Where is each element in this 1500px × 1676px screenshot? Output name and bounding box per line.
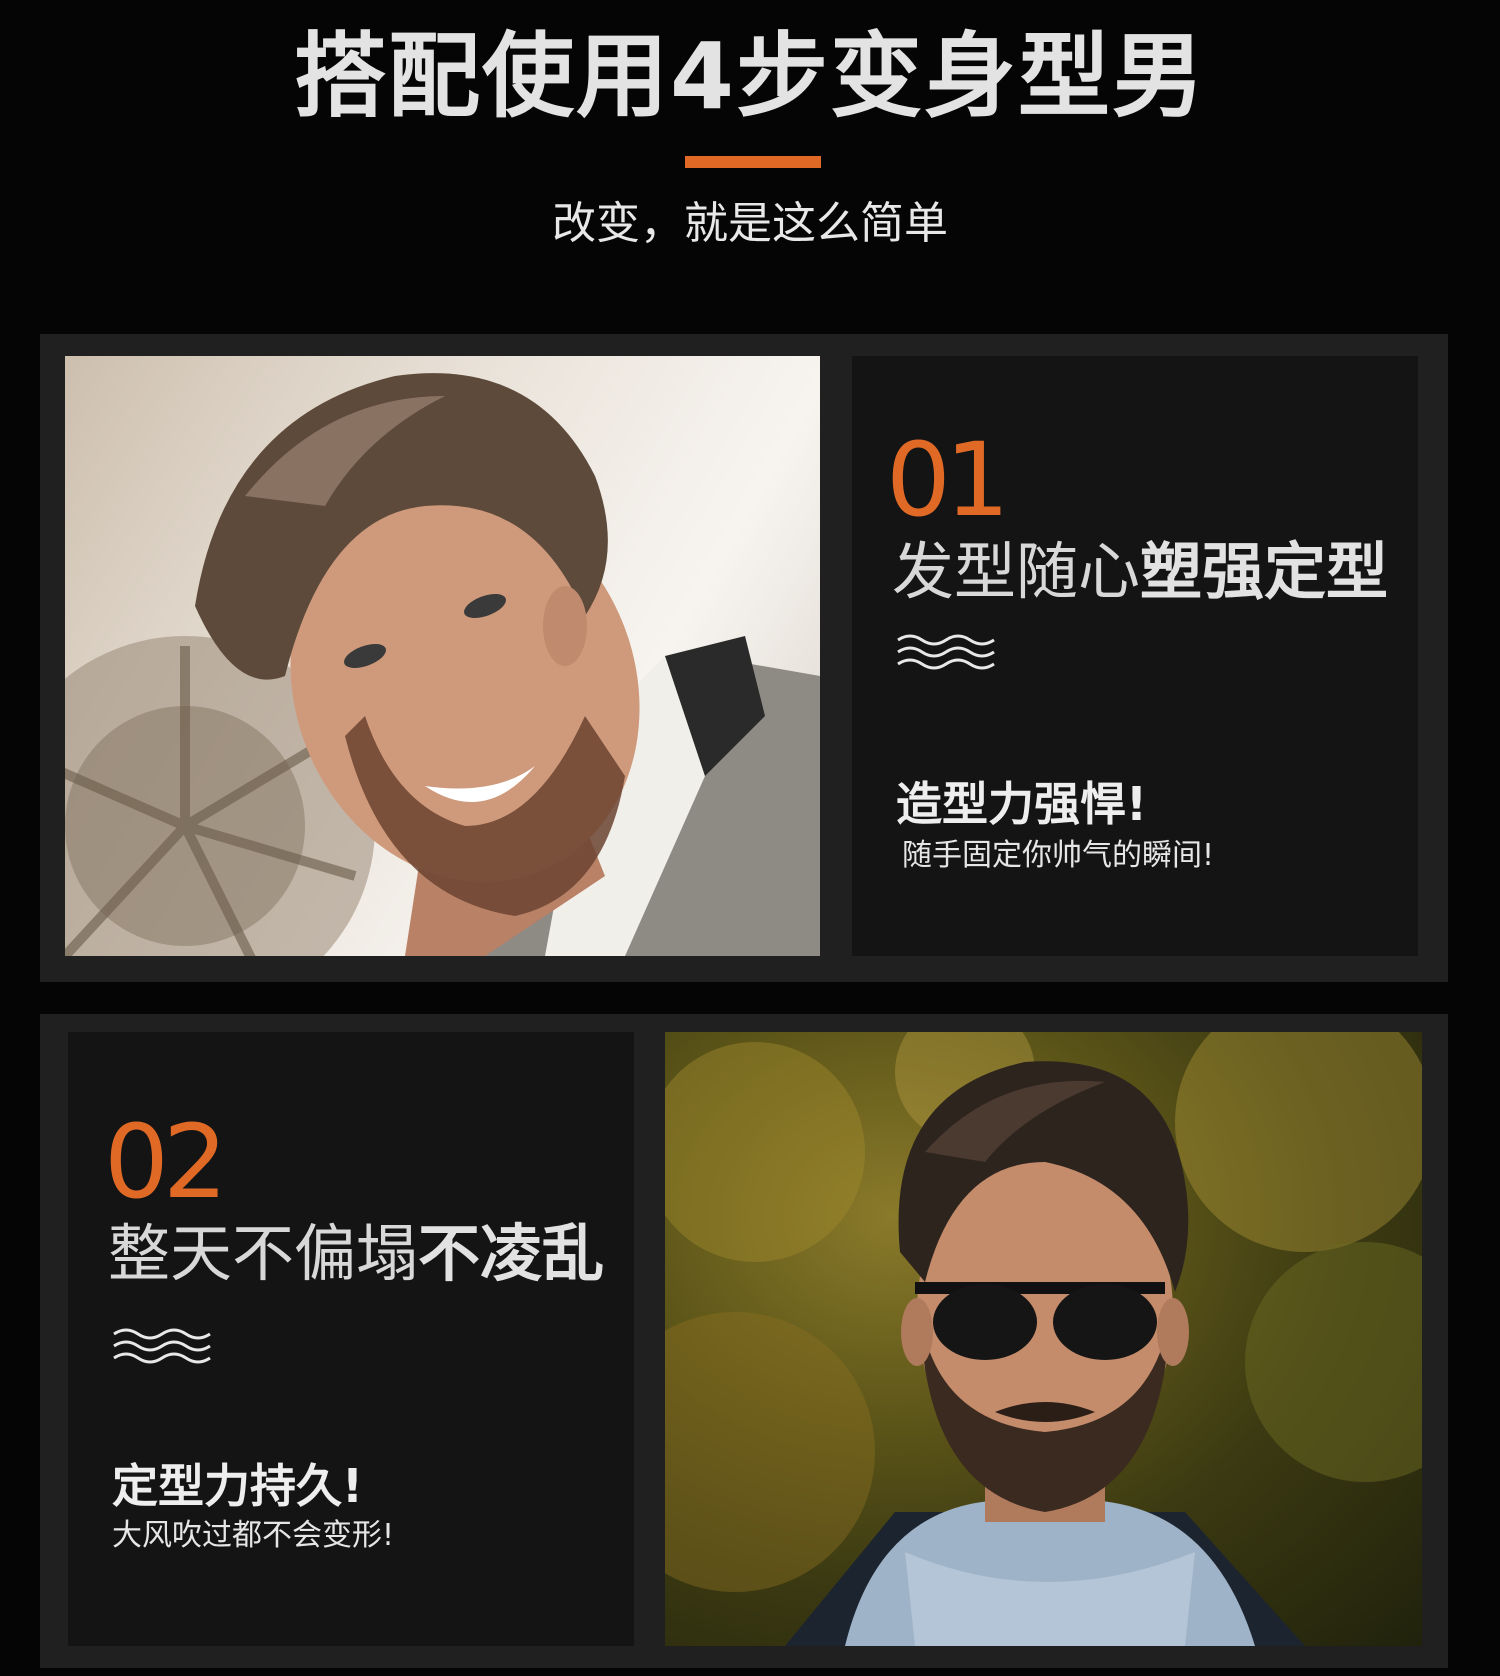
step-title-bold: 塑强定型 [1140, 535, 1389, 608]
step-2-text-panel: 02 整天不偏塌不凌乱 定型力持久! 大风吹过都不会变形! [68, 1032, 634, 1646]
model-photo-2-illustration [665, 1032, 1422, 1646]
step-title-regular: 发型随心 [892, 535, 1141, 608]
model-photo-1-illustration [65, 373, 820, 956]
step-title: 发型随心塑强定型 [892, 532, 1388, 612]
step-detail: 大风吹过都不会变形! [112, 1518, 395, 1553]
step-number: 01 [886, 421, 1010, 540]
step-number: 02 [104, 1103, 228, 1222]
step-point: 定型力持久! [112, 1459, 363, 1513]
title-accent-bar [685, 156, 821, 168]
step-1-text-panel: 01 发型随心塑强定型 造型力强悍! 随手固定你帅气的瞬间! [852, 356, 1418, 956]
step-card-1: 01 发型随心塑强定型 造型力强悍! 随手固定你帅气的瞬间! [40, 334, 1448, 982]
step-detail: 随手固定你帅气的瞬间! [902, 838, 1215, 873]
step-title-bold: 不凌乱 [418, 1217, 605, 1290]
page-title: 搭配使用4步变身型男 [293, 23, 1206, 130]
page-header: 搭配使用4步变身型男 改变，就是这么简单 [0, 0, 1500, 300]
step-point: 造型力强悍! [896, 777, 1147, 831]
wave-lines-icon [897, 634, 995, 670]
wave-lines-icon [113, 1328, 211, 1364]
model-photo-1 [65, 356, 820, 956]
model-photo-2 [665, 1032, 1422, 1646]
step-card-2: 02 整天不偏塌不凌乱 定型力持久! 大风吹过都不会变形! [40, 1014, 1448, 1668]
page-subtitle: 改变，就是这么简单 [552, 198, 948, 249]
step-title: 整天不偏塌不凌乱 [108, 1214, 604, 1294]
step-title-regular: 整天不偏塌 [108, 1217, 419, 1290]
